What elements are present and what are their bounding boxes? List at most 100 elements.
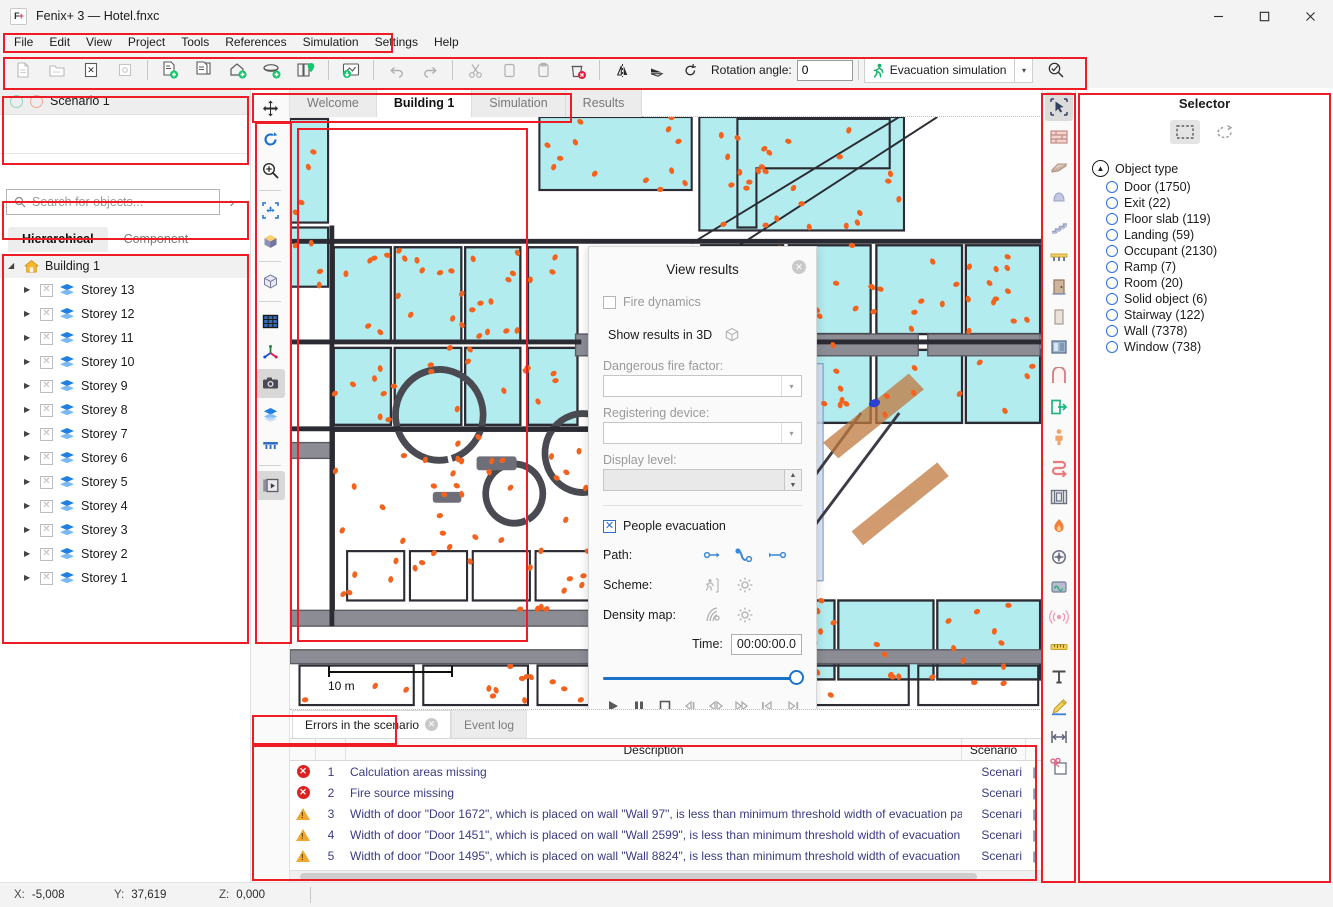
tree-item-building[interactable]: ◢ Building 1 bbox=[0, 254, 250, 278]
cut-icon[interactable] bbox=[458, 56, 492, 84]
visibility-checkbox[interactable]: ✕ bbox=[40, 572, 53, 585]
zoom-in-icon[interactable] bbox=[255, 156, 285, 185]
tab-building-1[interactable]: Building 1 bbox=[377, 88, 472, 117]
layers-icon[interactable] bbox=[255, 400, 285, 429]
text-icon[interactable] bbox=[1045, 662, 1073, 691]
registering-device-icon[interactable] bbox=[1045, 542, 1073, 571]
select-arrow-icon[interactable] bbox=[1045, 92, 1073, 121]
tab-event-log[interactable]: Event log bbox=[451, 710, 527, 738]
measure-tool-icon[interactable] bbox=[1045, 632, 1073, 661]
expand-arrow-icon[interactable]: ▶ bbox=[24, 382, 34, 390]
fit-to-screen-icon[interactable] bbox=[255, 196, 285, 225]
portal-icon[interactable] bbox=[1045, 362, 1073, 391]
door-icon[interactable] bbox=[1045, 272, 1073, 301]
grid-icon[interactable] bbox=[255, 307, 285, 336]
selector-item[interactable]: Door (1750) bbox=[1076, 179, 1333, 195]
visibility-checkbox[interactable]: ✕ bbox=[40, 284, 53, 297]
room-icon[interactable] bbox=[1045, 182, 1073, 211]
expand-arrow-icon[interactable]: ▶ bbox=[24, 478, 34, 486]
menu-settings[interactable]: Settings bbox=[367, 33, 426, 51]
tab-welcome[interactable]: Welcome bbox=[290, 88, 377, 117]
col-number[interactable] bbox=[316, 739, 346, 760]
selector-radio[interactable] bbox=[1106, 181, 1118, 193]
selector-item[interactable]: Window (738) bbox=[1076, 339, 1333, 355]
visibility-checkbox[interactable]: ✕ bbox=[40, 380, 53, 393]
cube-3d-icon[interactable] bbox=[720, 324, 744, 346]
expand-arrow-icon[interactable]: ▶ bbox=[24, 502, 34, 510]
menu-project[interactable]: Project bbox=[120, 33, 173, 51]
wireframe-view-icon[interactable] bbox=[255, 267, 285, 296]
expand-arrow-icon[interactable]: ▶ bbox=[24, 430, 34, 438]
selector-group-object-type[interactable]: ▲ Object type bbox=[1076, 160, 1333, 177]
tab-component[interactable]: Component bbox=[110, 227, 203, 252]
fire-dynamics-checkbox[interactable] bbox=[603, 296, 616, 309]
fire-dynamics-row[interactable]: Fire dynamics bbox=[603, 292, 802, 312]
scheme-person-icon[interactable] bbox=[701, 574, 725, 596]
skip-start-button[interactable] bbox=[760, 697, 777, 710]
expand-arrow-icon[interactable]: ▶ bbox=[24, 454, 34, 462]
selector-radio[interactable] bbox=[1106, 277, 1118, 289]
tree-item-storey[interactable]: ▶✕Storey 1 bbox=[0, 566, 250, 590]
expand-arrow-icon[interactable]: ▶ bbox=[24, 358, 34, 366]
visibility-checkbox[interactable]: ✕ bbox=[40, 332, 53, 345]
tree-item-storey[interactable]: ▶✕Storey 2 bbox=[0, 542, 250, 566]
close-icon[interactable]: ✕ bbox=[792, 260, 806, 274]
close-button[interactable] bbox=[1287, 0, 1333, 32]
tree-item-storey[interactable]: ▶✕Storey 8 bbox=[0, 398, 250, 422]
rewind-button[interactable] bbox=[682, 697, 699, 710]
tree-item-storey[interactable]: ▶✕Storey 3 bbox=[0, 518, 250, 542]
selector-radio[interactable] bbox=[1106, 261, 1118, 273]
floor-slab-icon[interactable] bbox=[1045, 152, 1073, 181]
path-start-icon[interactable] bbox=[701, 544, 725, 566]
add-site-plan-icon[interactable] bbox=[289, 56, 323, 84]
selector-radio[interactable] bbox=[1106, 245, 1118, 257]
add-scenario-icon[interactable] bbox=[153, 56, 187, 84]
expand-arrow-icon[interactable]: ▶ bbox=[24, 550, 34, 558]
visibility-checkbox[interactable]: ✕ bbox=[40, 524, 53, 537]
search-input[interactable] bbox=[32, 195, 212, 209]
view-results-dialog[interactable]: View results ✕ Fire dynamics Show result… bbox=[588, 246, 817, 710]
col-severity[interactable] bbox=[290, 739, 316, 760]
selector-radio[interactable] bbox=[1106, 229, 1118, 241]
fire-source-icon[interactable] bbox=[1045, 512, 1073, 541]
tree-item-storey[interactable]: ▶✕Storey 10 bbox=[0, 350, 250, 374]
copy-scenario-icon[interactable] bbox=[187, 56, 221, 84]
tree-item-storey[interactable]: ▶✕Storey 5 bbox=[0, 470, 250, 494]
visibility-checkbox[interactable]: ✕ bbox=[40, 308, 53, 321]
floor-plan-canvas[interactable]: 10 m View results ✕ Fire dynamics Show r… bbox=[290, 117, 1042, 710]
camera-icon[interactable] bbox=[255, 369, 285, 398]
visibility-checkbox[interactable]: ✕ bbox=[40, 428, 53, 441]
table-row[interactable]: ✕1Calculation areas missingScenari| bbox=[290, 761, 1042, 782]
timeline-knob[interactable] bbox=[789, 670, 804, 685]
density-map-icon[interactable] bbox=[701, 604, 725, 626]
selector-radio[interactable] bbox=[1106, 325, 1118, 337]
selector-item[interactable]: Landing (59) bbox=[1076, 227, 1333, 243]
redo-icon[interactable] bbox=[413, 56, 447, 84]
doorway-icon[interactable] bbox=[1045, 302, 1073, 331]
tree-item-storey[interactable]: ▶✕Storey 11 bbox=[0, 326, 250, 350]
table-row[interactable]: ✕2Fire source missingScenari| bbox=[290, 782, 1042, 803]
stairway-icon[interactable] bbox=[1045, 212, 1073, 241]
orbit-rotate-icon[interactable] bbox=[255, 125, 285, 154]
table-row[interactable]: 4Width of door "Door 1451", which is pla… bbox=[290, 824, 1042, 845]
tree-item-storey[interactable]: ▶✕Storey 7 bbox=[0, 422, 250, 446]
table-row[interactable]: 3Width of door "Door 1672", which is pla… bbox=[290, 803, 1042, 824]
stop-button[interactable] bbox=[657, 697, 674, 710]
skip-end-button[interactable] bbox=[785, 697, 802, 710]
pencil-icon[interactable] bbox=[1045, 692, 1073, 721]
play-button[interactable] bbox=[605, 697, 622, 710]
tree-item-storey[interactable]: ▶✕Storey 12 bbox=[0, 302, 250, 326]
scrollbar-thumb[interactable] bbox=[300, 873, 977, 881]
pan-move-icon[interactable] bbox=[255, 94, 285, 123]
expand-arrow-icon[interactable]: ▶ bbox=[24, 406, 34, 414]
timeline-slider[interactable] bbox=[603, 668, 802, 688]
people-evacuation-row[interactable]: ✕ People evacuation bbox=[603, 516, 802, 536]
playback-panel-icon[interactable] bbox=[255, 471, 285, 500]
dangerous-fire-factor-select[interactable]: ▾ bbox=[603, 375, 802, 397]
selector-item[interactable]: Room (20) bbox=[1076, 275, 1333, 291]
calculation-area-icon[interactable] bbox=[1045, 482, 1073, 511]
open-folder-icon[interactable] bbox=[40, 56, 74, 84]
sensor-icon[interactable] bbox=[1045, 602, 1073, 631]
expand-arrow-icon[interactable]: ▶ bbox=[24, 310, 34, 318]
search-submit-chevron-right-icon[interactable]: › bbox=[220, 194, 244, 210]
